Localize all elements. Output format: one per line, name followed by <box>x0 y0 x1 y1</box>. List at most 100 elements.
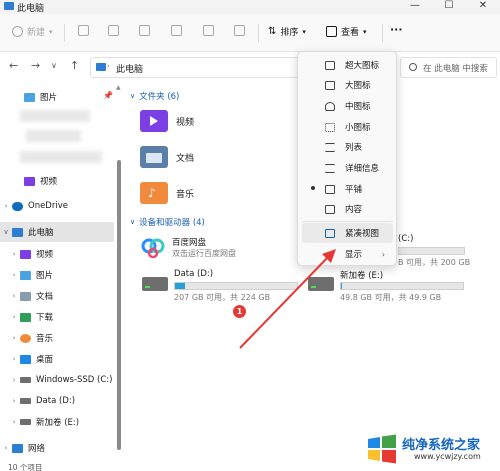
view-menu: 超大图标 大图标 中图标 小图标 列表 详细信息 平铺 内容 紧凑视图 显示 › <box>297 51 397 266</box>
back-arrow-icon[interactable]: ← <box>9 59 18 72</box>
cloud-icon <box>12 201 23 211</box>
compact-view-icon <box>325 228 335 238</box>
chevron-right-icon[interactable]: › <box>0 202 12 210</box>
cut-button[interactable] <box>78 25 89 36</box>
menu-item-small-icons[interactable]: 小图标 <box>302 117 393 137</box>
menu-item-show[interactable]: 显示 › <box>302 244 393 264</box>
sidebar-item-desktop[interactable]: › 桌面 <box>0 349 114 369</box>
folder-item-documents[interactable]: 文档 <box>140 142 290 172</box>
search-box[interactable]: 在 此电脑 中搜索 <box>400 57 497 78</box>
folders-group-header[interactable]: ∨ 文件夹 (6) <box>130 90 179 102</box>
sidebar-item-pictures-quick[interactable]: 图片 <box>0 87 114 107</box>
picture-icon <box>20 270 31 280</box>
sidebar-item-drive-d[interactable]: › Data (D:) <box>0 391 114 411</box>
drive-e-info: 49.8 GB 可用，共 49.9 GB <box>340 293 442 302</box>
windows-logo-icon <box>368 434 396 464</box>
sidebar-item-drive-c[interactable]: › Windows-SSD (C:) <box>0 370 114 390</box>
sidebar-item-network[interactable]: › 网络 <box>0 438 114 458</box>
chevron-right-icon[interactable]: › <box>8 418 20 426</box>
minimize-button[interactable]: — <box>398 0 432 14</box>
menu-item-medium-icons[interactable]: 中图标 <box>302 96 393 116</box>
maximize-button[interactable]: ☐ <box>432 0 466 14</box>
share-button[interactable] <box>203 25 214 36</box>
chevron-down-icon: ▾ <box>363 27 367 36</box>
chevron-right-icon[interactable]: › <box>0 444 12 452</box>
file-explorer-window: 此电脑 — ☐ ✕ 新建 ▾ ⇅ 排序 ▾ 查看 ▾ ··· ← → ∨ ↑ ›… <box>0 0 500 471</box>
sidebar-scrollbar[interactable] <box>117 160 121 450</box>
menu-item-extra-large-icons[interactable]: 超大图标 <box>302 55 393 75</box>
sort-button[interactable]: ⇅ 排序 ▾ <box>268 25 306 38</box>
music-icon <box>20 333 31 343</box>
recent-dropdown-icon[interactable]: ∨ <box>51 61 57 70</box>
menu-item-label: 平铺 <box>345 185 363 195</box>
drive-d-info: 207 GB 可用，共 224 GB <box>174 293 271 302</box>
sidebar-item-label: 音乐 <box>36 334 54 344</box>
rename-button[interactable] <box>171 25 182 36</box>
up-arrow-icon[interactable]: ↑ <box>70 59 79 72</box>
chevron-right-icon[interactable]: › <box>8 313 20 321</box>
small-icons-icon <box>325 122 335 132</box>
paste-button[interactable] <box>139 25 150 36</box>
drive-c-name: (C:) <box>398 234 414 244</box>
drive-e-usage-fill <box>341 283 343 289</box>
menu-item-compact-view[interactable]: 紧凑视图 <box>302 223 393 243</box>
scroll-up-icon[interactable]: ▲ <box>116 84 121 91</box>
breadcrumb-this-pc[interactable]: 此电脑 <box>116 62 143 75</box>
baidu-netdisk-icon <box>140 236 166 260</box>
chevron-down-icon[interactable]: ∨ <box>0 228 12 236</box>
plus-icon <box>12 26 23 37</box>
see-more-button[interactable]: ··· <box>390 23 403 36</box>
picture-icon <box>24 92 35 102</box>
view-label: 查看 <box>341 28 360 38</box>
sidebar-item-this-pc[interactable]: ∨ 此电脑 <box>0 222 114 242</box>
sidebar-item-label: Data (D:) <box>36 396 76 406</box>
share-icon <box>203 25 214 36</box>
pin-icon[interactable]: 📌 <box>103 91 113 100</box>
forward-arrow-icon[interactable]: → <box>31 59 40 72</box>
menu-item-large-icons[interactable]: 大图标 <box>302 75 393 95</box>
folder-item-videos[interactable]: 视频 <box>140 106 290 136</box>
chevron-right-icon[interactable]: › <box>8 271 20 279</box>
menu-item-label: 列表 <box>345 143 363 153</box>
sidebar-item-label: OneDrive <box>28 201 68 211</box>
new-button[interactable]: 新建 ▾ <box>12 25 53 38</box>
menu-item-tiles[interactable]: 平铺 <box>302 179 393 199</box>
chevron-right-icon[interactable]: › <box>8 292 20 300</box>
copy-button[interactable] <box>108 25 119 36</box>
drive-e-item[interactable]: 新加卷 (E:) 49.8 GB 可用，共 49.9 GB <box>308 269 468 309</box>
folder-item-music[interactable]: ♪ 音乐 <box>140 178 290 208</box>
status-bar-item-count: 10 个项目 <box>8 463 43 471</box>
menu-item-content[interactable]: 内容 <box>302 199 393 219</box>
chevron-right-icon[interactable]: › <box>8 376 20 384</box>
sidebar-item-downloads[interactable]: › 下载 <box>0 307 114 327</box>
menu-item-list[interactable]: 列表 <box>302 137 393 157</box>
chevron-right-icon[interactable]: › <box>8 250 20 258</box>
devices-group-label: 设备和驱动器 (4) <box>139 218 205 228</box>
sidebar-item-pictures[interactable]: › 图片 <box>0 265 114 285</box>
delete-button[interactable] <box>234 25 245 36</box>
drive-c-info: B 可用，共 200 GB <box>398 258 471 267</box>
list-icon <box>325 142 335 152</box>
navigation-pane: 图片 📌 视频 › OneDrive ∨ 此电脑 › 视频 › 图片 › 文档 … <box>0 82 118 460</box>
search-input[interactable]: 在 此电脑 中搜索 <box>423 62 488 74</box>
sidebar-item-label: 视频 <box>40 177 58 187</box>
sidebar-item-videos[interactable]: › 视频 <box>0 244 114 264</box>
devices-group-header[interactable]: ∨ 设备和驱动器 (4) <box>130 216 205 228</box>
close-button[interactable]: ✕ <box>466 0 500 14</box>
chevron-right-icon[interactable]: › <box>8 355 20 363</box>
sidebar-item-music[interactable]: › 音乐 <box>0 328 114 348</box>
chevron-right-icon[interactable]: › <box>8 334 20 342</box>
sidebar-item-label: 新加卷 (E:) <box>36 418 80 428</box>
sidebar-item-video-quick[interactable]: 视频 <box>0 171 114 191</box>
baidu-netdisk-item[interactable]: 百度网盘 双击运行百度网盘 <box>140 234 300 274</box>
sidebar-item-documents[interactable]: › 文档 <box>0 286 114 306</box>
sidebar-item-drive-e[interactable]: › 新加卷 (E:) <box>0 412 114 432</box>
drive-d-item[interactable]: Data (D:) 207 GB 可用，共 224 GB <box>142 269 302 309</box>
sidebar-item-onedrive[interactable]: › OneDrive <box>0 196 114 216</box>
menu-item-details[interactable]: 详细信息 <box>302 158 393 178</box>
drive-d-name: Data (D:) <box>174 269 214 279</box>
chevron-right-icon[interactable]: › <box>8 397 20 405</box>
baidu-netdisk-name: 百度网盘 <box>172 238 207 248</box>
view-button[interactable]: 查看 ▾ <box>326 25 367 38</box>
folder-label: 视频 <box>176 117 195 128</box>
